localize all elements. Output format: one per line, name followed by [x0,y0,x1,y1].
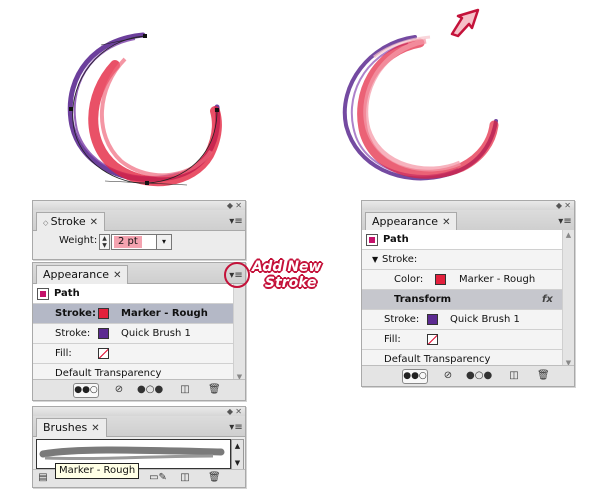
appearance-row-stroke-2[interactable]: Stroke: Quick Brush 1 [33,324,233,344]
weight-value: 2 pt [114,236,142,248]
appearance-row-fill[interactable]: Fill: [362,330,562,350]
stroke-swatch-purple[interactable] [98,328,109,339]
panel-titlebar[interactable]: ◆ ✕ [33,201,245,210]
brush-libraries-icon[interactable]: ▤ [37,471,49,484]
new-art-icon[interactable]: ●●○ [402,369,428,384]
close-icon[interactable]: ✕ [113,270,121,281]
new-art-icon[interactable]: ●●○ [73,383,99,398]
anchor-point[interactable] [69,107,73,111]
close-icon[interactable]: ✕ [442,217,450,228]
tab-stroke[interactable]: ◇ Stroke ✕ [36,212,106,231]
close-icon[interactable]: ✕ [91,423,99,434]
row-value: Marker - Rough [121,308,208,319]
path-label: Path [383,234,409,245]
stroke-color-row[interactable]: Color: Marker - Rough [362,270,562,290]
tab-label: Stroke [50,215,86,228]
weight-input[interactable]: 2 pt [111,234,157,250]
expand-triangle-icon[interactable]: ▼ [372,250,378,270]
close-icon[interactable]: ✕ [235,201,242,210]
row-label: Color: [394,274,424,285]
weight-dropdown-button[interactable]: ▾ [156,234,172,250]
anchor-point[interactable] [143,34,147,38]
weight-stepper[interactable]: ▲ ▼ [99,234,110,250]
appearance-row-stroke-2[interactable]: Stroke: Quick Brush 1 [362,310,562,330]
annotation-line2: Stroke [264,275,317,291]
brush-tooltip: Marker - Rough [55,463,140,479]
panel-menu-icon[interactable]: ▾≡ [229,216,243,228]
collapse-icon[interactable]: ◆ [556,201,562,210]
reduce-appearance-icon[interactable]: ●○● [466,369,492,382]
panel-menu-icon[interactable]: ▾≡ [558,216,572,228]
annotation-line1: Add New [252,259,322,275]
appearance-header-row[interactable]: Path [362,230,562,250]
appearance-panel-left: Appearance ✕ ▾≡ Path Stroke: Marker - Rou… [32,262,246,401]
row-label: Transform [394,294,452,305]
tab-appearance[interactable]: Appearance ✕ [365,212,458,231]
row-label: Fill: [55,348,72,359]
path-icon [366,234,378,246]
tab-label: Brushes [43,421,88,434]
stroke-swatch-red[interactable] [435,274,446,285]
scrollbar[interactable]: ▲ ▼ [562,230,574,369]
anchor-point[interactable] [215,108,219,112]
left-circle-artwork [67,32,222,187]
new-brush-icon[interactable]: ◫ [179,471,191,484]
panel-menu-icon[interactable]: ▾≡ [229,422,243,434]
clear-appearance-icon[interactable]: ⊘ [113,383,125,396]
path-label: Path [54,288,80,299]
appearance-header-row[interactable]: Path [33,284,233,304]
duplicate-item-icon[interactable]: ◫ [179,383,191,396]
path-icon [37,288,49,300]
close-icon[interactable]: ✕ [564,201,571,210]
weight-label: Weight: [59,235,98,246]
tab-label: Appearance [43,268,110,281]
delete-icon[interactable]: 🗑 [537,369,550,382]
options-icon[interactable]: ▭✎ [143,471,173,484]
fill-swatch-none[interactable] [427,334,438,345]
right-circle-artwork [342,35,499,181]
clear-appearance-icon[interactable]: ⊘ [442,369,454,382]
row-label: Stroke: [382,254,418,265]
scroll-down-icon[interactable]: ▼ [232,458,243,469]
stroke-group-row[interactable]: ▼ Stroke: [362,250,562,270]
tooltip-text: Marker - Rough [59,465,136,476]
scrollbar[interactable]: ▲ ▼ [231,439,244,471]
fill-swatch-none[interactable] [98,348,109,359]
appearance-row-stroke-1[interactable]: Stroke: Marker - Rough [33,304,233,324]
delete-icon[interactable]: 🗑 [208,471,221,484]
tab-label: Appearance [372,215,439,228]
menu-highlight-circle [224,262,250,288]
scroll-up-icon[interactable]: ▲ [563,230,574,241]
scroll-up-icon[interactable]: ▲ [232,441,243,452]
reduce-appearance-icon[interactable]: ●○● [137,383,163,396]
stroke-swatch-red[interactable] [98,308,109,319]
close-icon[interactable]: ✕ [90,217,98,228]
appearance-panel-right: ◆ ✕ Appearance ✕ ▾≡ Path ▼ Stroke: Color:… [361,200,575,387]
delete-icon[interactable]: 🗑 [208,383,221,396]
fx-icon[interactable]: fx [542,290,553,310]
stroke-panel: ◆ ✕ ◇ Stroke ✕ ▾≡ Weight: ▲ ▼ 2 pt ▾ [32,200,246,260]
brushes-panel: ◆ ✕ Brushes ✕ ▾≡ ▲ ▼ ▤ ▭✎ ◫ 🗑 Marker - Ro… [32,406,246,488]
row-value: Marker - Rough [459,274,536,285]
row-value: Quick Brush 1 [121,328,191,339]
add-new-stroke-annotation: Add New Stroke [252,259,321,291]
scrollbar[interactable]: ▼ [233,284,245,383]
stroke-swatch-purple[interactable] [427,314,438,325]
row-label: Stroke: [55,308,96,319]
panel-titlebar[interactable]: ◆ ✕ [33,407,245,416]
transform-effect-row[interactable]: Transform fx [362,290,562,310]
panel-titlebar[interactable]: ◆ ✕ [362,201,574,210]
collapse-icon[interactable]: ◆ [227,201,233,210]
row-label: Stroke: [55,328,91,339]
appearance-row-fill[interactable]: Fill: [33,344,233,364]
tab-brushes[interactable]: Brushes ✕ [36,418,107,437]
row-label: Stroke: [384,314,420,325]
tab-appearance[interactable]: Appearance ✕ [36,265,129,284]
row-label: Fill: [384,334,401,345]
arrow-icon [450,8,480,38]
close-icon[interactable]: ✕ [235,407,242,416]
collapse-icon[interactable]: ◆ [227,407,233,416]
row-value: Quick Brush 1 [450,314,520,325]
duplicate-item-icon[interactable]: ◫ [508,369,520,382]
